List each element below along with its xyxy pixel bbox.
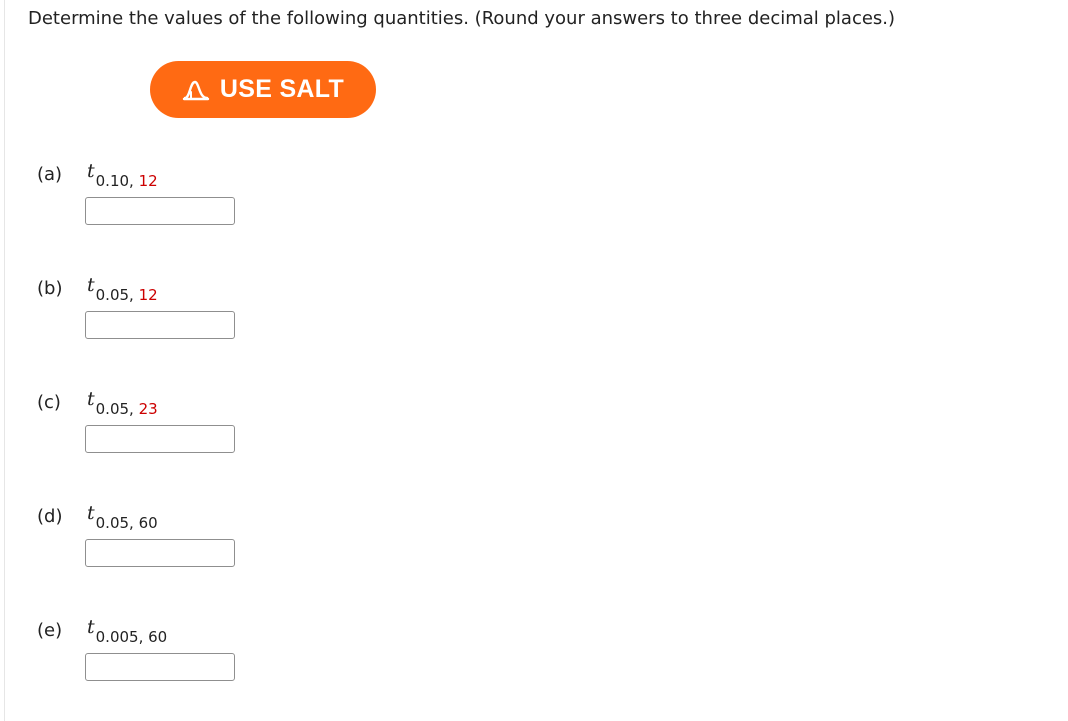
t-symbol: t [87, 160, 95, 182]
question-part-d: (d) t0.05, 60 [37, 502, 437, 606]
part-letter: (a) [37, 164, 63, 185]
question-part-e: (e) t0.005, 60 [37, 616, 437, 720]
alpha-value: 0.05, [95, 514, 134, 532]
question-part-c: (c) t0.05, 23 [37, 388, 437, 492]
left-border [4, 0, 5, 721]
t-symbol: t [87, 502, 95, 524]
use-salt-label: USE SALT [219, 75, 345, 103]
t-subscript: 0.005, 60 [96, 628, 168, 646]
answer-input-d[interactable] [85, 539, 235, 567]
degrees-of-freedom: 60 [148, 628, 168, 646]
t-symbol: t [87, 388, 95, 410]
bell-curve-icon [182, 80, 210, 100]
t-quantity: t0.05, 23 [87, 388, 158, 418]
t-subscript: 0.05, 12 [96, 286, 158, 304]
part-letter: (e) [37, 620, 63, 641]
t-subscript: 0.10, 12 [96, 172, 158, 190]
question-instructions: Determine the values of the following qu… [28, 8, 896, 29]
part-letter: (d) [37, 506, 63, 527]
degrees-of-freedom: 60 [138, 514, 158, 532]
use-salt-button[interactable]: USE SALT [150, 61, 376, 118]
part-letter: (c) [37, 392, 61, 413]
answer-input-b[interactable] [85, 311, 235, 339]
alpha-value: 0.05, [95, 400, 134, 418]
t-quantity: t0.05, 12 [87, 274, 158, 304]
question-part-a: (a) t0.10, 12 [37, 160, 437, 264]
t-symbol: t [87, 274, 95, 296]
t-quantity: t0.05, 60 [87, 502, 158, 532]
answer-input-a[interactable] [85, 197, 235, 225]
t-quantity: t0.005, 60 [87, 616, 167, 646]
t-symbol: t [87, 616, 95, 638]
degrees-of-freedom: 23 [138, 400, 158, 418]
alpha-value: 0.10, [95, 172, 134, 190]
t-subscript: 0.05, 60 [96, 514, 158, 532]
alpha-value: 0.05, [95, 286, 134, 304]
t-subscript: 0.05, 23 [96, 400, 158, 418]
degrees-of-freedom: 12 [138, 172, 158, 190]
answer-input-c[interactable] [85, 425, 235, 453]
question-part-b: (b) t0.05, 12 [37, 274, 437, 378]
part-letter: (b) [37, 278, 63, 299]
degrees-of-freedom: 12 [138, 286, 158, 304]
t-quantity: t0.10, 12 [87, 160, 158, 190]
answer-input-e[interactable] [85, 653, 235, 681]
alpha-value: 0.005, [95, 628, 144, 646]
